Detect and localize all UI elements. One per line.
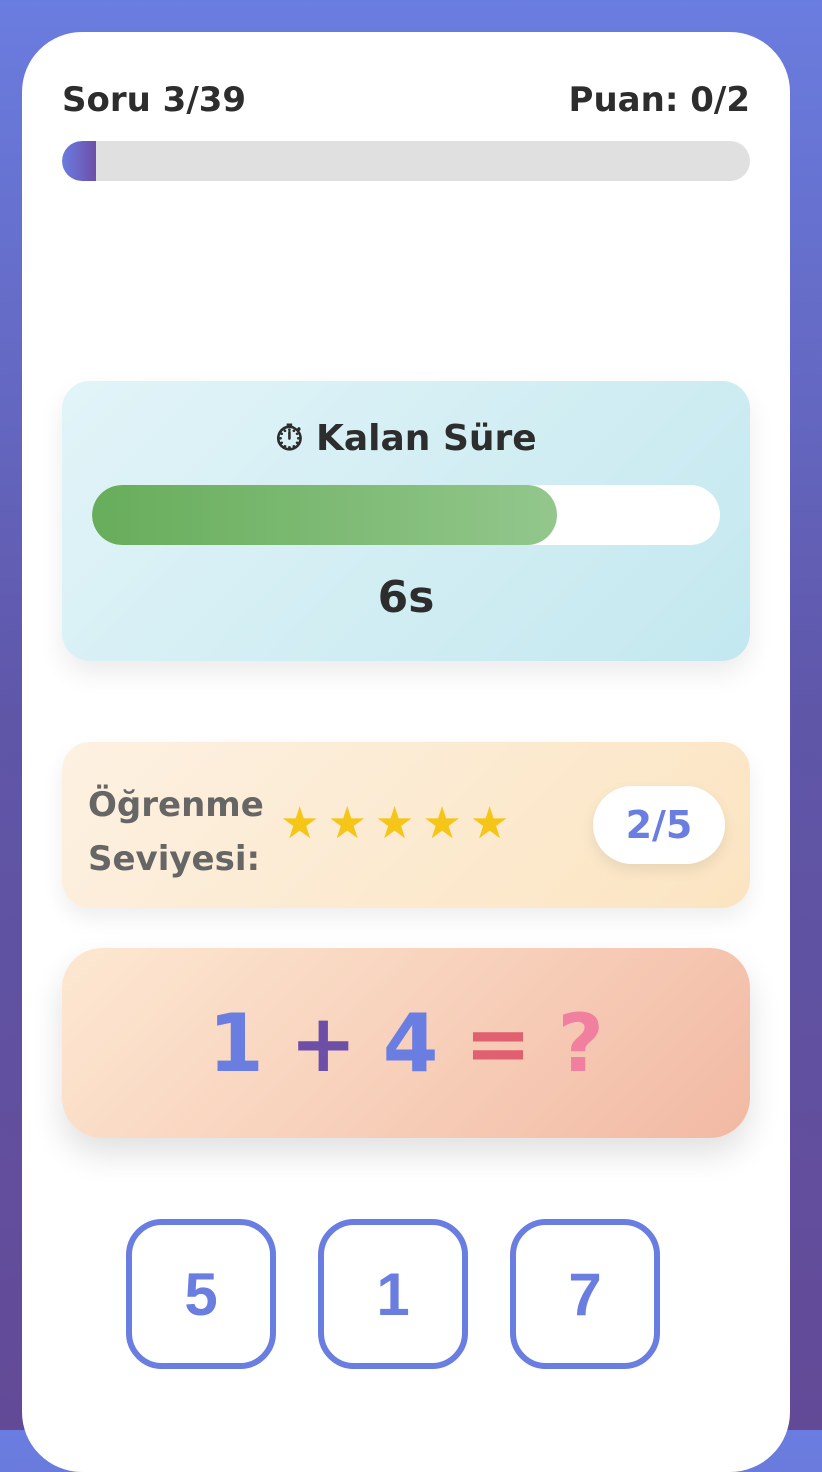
quiz-progress-fill bbox=[62, 141, 97, 181]
equation-panel: 1 + 4 = ? bbox=[62, 948, 750, 1138]
score-display: Puan: 0/2 bbox=[568, 80, 750, 120]
timer-value: 6s bbox=[377, 572, 435, 623]
operator: + bbox=[289, 996, 357, 1090]
answer-options: 5 1 7 bbox=[126, 1219, 660, 1369]
timer-title: Kalan Süre bbox=[315, 418, 537, 459]
timer-bar-fill bbox=[92, 485, 557, 545]
star-icon: ★ bbox=[327, 798, 367, 849]
star-icon: ★ bbox=[469, 798, 510, 849]
timer-title-row: ⏱ Kalan Süre bbox=[62, 418, 750, 460]
operand-a: 1 bbox=[208, 996, 264, 1090]
unknown-mark: ? bbox=[557, 996, 604, 1090]
star-icon: ★ bbox=[422, 798, 462, 849]
level-badge: 2/5 bbox=[593, 786, 725, 864]
answer-button[interactable]: 7 bbox=[510, 1219, 660, 1369]
learning-level-label: Öğrenme Seviyesi: bbox=[88, 785, 264, 879]
timer-bar bbox=[92, 485, 720, 545]
equals-sign: = bbox=[464, 996, 532, 1090]
stopwatch-icon: ⏱ bbox=[275, 418, 304, 459]
answer-button[interactable]: 1 bbox=[318, 1219, 468, 1369]
question-counter: Soru 3/39 bbox=[62, 80, 247, 120]
star-icon: ★ bbox=[374, 798, 415, 849]
quiz-progress-bar bbox=[62, 141, 750, 181]
star-icon: ★ bbox=[280, 798, 320, 849]
answer-button[interactable]: 5 bbox=[126, 1219, 276, 1369]
level-stars: ★ ★ ★ ★ ★ bbox=[280, 796, 509, 852]
operand-b: 4 bbox=[382, 996, 439, 1090]
